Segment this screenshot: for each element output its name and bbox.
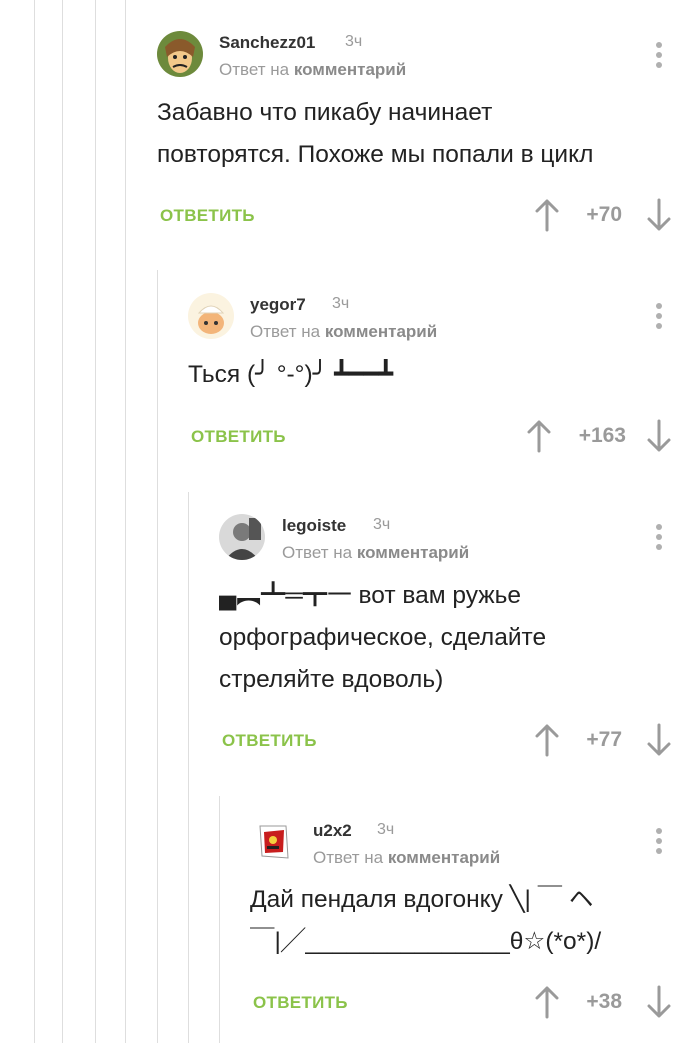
username[interactable]: u2x2 xyxy=(313,821,352,841)
comment-time: 3ч xyxy=(377,821,395,838)
arrow-down-icon[interactable] xyxy=(646,985,672,1019)
menu-dots-icon[interactable] xyxy=(653,828,665,858)
comment-text: Дай пендаля вдогонку ╲| ￣ ヘ ￣|╱_________… xyxy=(250,886,602,955)
arrow-up-icon[interactable] xyxy=(534,985,560,1019)
reply-prefix: Ответ на xyxy=(313,848,384,867)
avatar[interactable] xyxy=(250,818,296,864)
rating: +38 xyxy=(586,990,622,1013)
comment: u2x2 3ч Ответ на комментарий Дай пендаля… xyxy=(0,0,700,1043)
reply-button[interactable]: ОТВЕТИТЬ xyxy=(253,993,348,1013)
reply-link[interactable]: комментарий xyxy=(388,848,500,867)
reply-to: Ответ на комментарий xyxy=(313,848,500,868)
